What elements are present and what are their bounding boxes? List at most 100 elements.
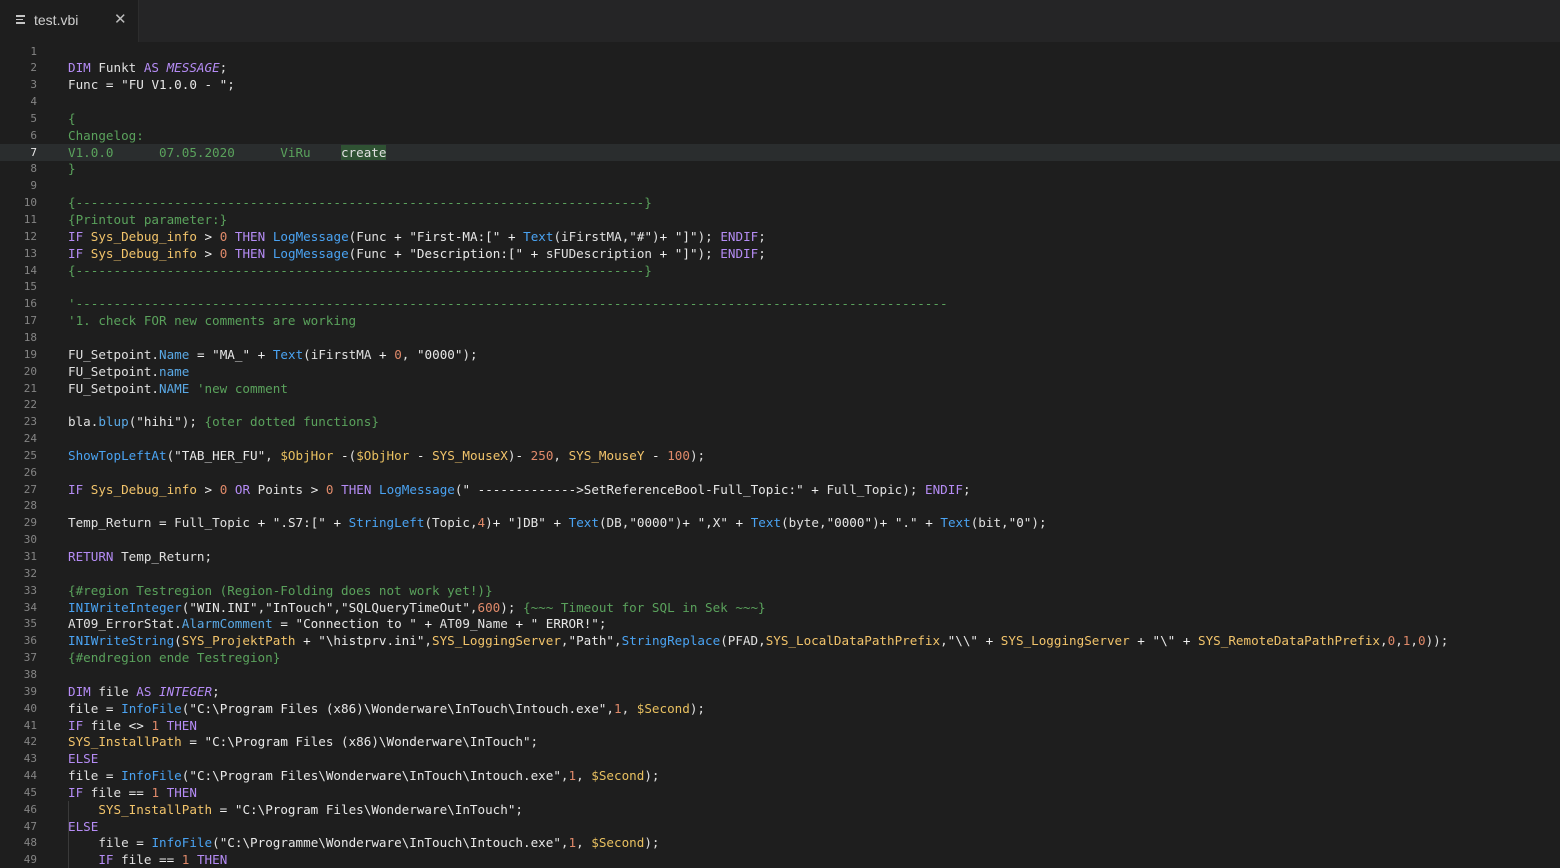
code-line[interactable]: 18 [0, 329, 1560, 346]
code-token: Sys_Debug_info [90, 245, 197, 261]
code-line[interactable]: 12 IF Sys_Debug_info > 0 THEN LogMessage(… [0, 228, 1560, 245]
code-line[interactable]: 17 '1. check FOR new comments are working [0, 312, 1560, 329]
code-token: bla. [68, 414, 99, 430]
code-line[interactable]: 25 ShowTopLeftAt("TAB_HER_FU", $ObjHor -(… [0, 447, 1560, 464]
code-line[interactable]: 39 DIM file AS INTEGER; [0, 683, 1560, 700]
code-token: Full_Topic [166, 515, 258, 531]
code-line[interactable]: 9 [0, 177, 1560, 194]
close-icon[interactable]: ✕ [114, 10, 127, 28]
code-token: ; [515, 801, 523, 817]
code-line[interactable]: 24 [0, 430, 1560, 447]
code-token: "Description:[" [409, 245, 524, 261]
code-token: , [560, 835, 569, 851]
code-token: Points [250, 481, 311, 497]
line-number: 8 [30, 162, 37, 176]
code-token: " ERROR!" [530, 616, 599, 632]
code-line[interactable]: 6 Changelog: [0, 127, 1560, 144]
code-token: "0000" [826, 515, 873, 531]
code-line[interactable]: 28 [0, 497, 1560, 514]
code-token: "C:\Programme\Wonderware\InTouch\Intouch… [219, 835, 561, 851]
code-token: + [553, 515, 562, 531]
code-line[interactable]: 29 Temp_Return = Full_Topic + ".S7:[" + S… [0, 514, 1560, 531]
code-line[interactable]: 23 bla.blup("hihi"); {oter dotted functio… [0, 413, 1560, 430]
line-number: 16 [23, 297, 37, 311]
code-line[interactable]: 13 IF Sys_Debug_info > 0 THEN LogMessage(… [0, 245, 1560, 262]
code-line[interactable]: 45 IF file == 1 THEN [0, 784, 1560, 801]
code-line[interactable]: 31 RETURN Temp_Return; [0, 548, 1560, 565]
code-token: = [105, 700, 114, 716]
code-token: + [379, 346, 387, 362]
code-text: AT09_ErrorStat.AlarmComment = "Connectio… [68, 615, 606, 632]
code-token: SYS_ProjektPath [181, 633, 296, 649]
code-line[interactable]: 32 [0, 565, 1560, 582]
code-line[interactable]: 2 DIM Funkt AS MESSAGE; [0, 59, 1560, 76]
code-token: + [303, 633, 311, 649]
code-line[interactable]: 20 FU_Setpoint.name [0, 363, 1560, 380]
indent-guide [68, 851, 69, 868]
code-token: 600 [477, 599, 501, 615]
code-line[interactable]: 14 {-------------------------------------… [0, 262, 1560, 279]
code-line[interactable]: 27 IF Sys_Debug_info > 0 OR Points > 0 TH… [0, 481, 1560, 498]
code-token: "0" [1008, 515, 1032, 531]
code-line[interactable]: 22 [0, 396, 1560, 413]
code-line[interactable]: 19 FU_Setpoint.Name = "MA_" + Text(iFirst… [0, 346, 1560, 363]
code-line[interactable]: 15 [0, 278, 1560, 295]
code-token: $Second [591, 835, 645, 851]
code-token: - [341, 447, 349, 463]
code-line[interactable]: 48 file = InfoFile("C:\Programme\Wonderw… [0, 834, 1560, 852]
code-line[interactable]: 36 INIWriteString(SYS_ProjektPath + "\his… [0, 632, 1560, 649]
code-text: {---------------------------------------… [68, 262, 652, 279]
code-line[interactable]: 44 file = InfoFile("C:\Program Files\Wond… [0, 767, 1560, 784]
code-line[interactable]: 40 file = InfoFile("C:\Program Files (x86… [0, 700, 1560, 717]
code-line[interactable]: 7 V1.0.0 07.05.2020 ViRu create [0, 143, 1560, 161]
code-line[interactable]: 21 FU_Setpoint.NAME 'new comment [0, 380, 1560, 397]
line-number: 14 [23, 263, 37, 277]
code-line[interactable]: 3 Func = "FU V1.0.0 - "; [0, 76, 1560, 93]
code-line[interactable]: 11 {Printout parameter:} [0, 211, 1560, 228]
code-token: = [159, 515, 167, 531]
code-token: , [333, 599, 342, 615]
code-text: IF file <> 1 THEN [68, 717, 197, 734]
code-token: (byte, [781, 515, 827, 531]
code-text: IF file == 1 THEN [68, 851, 227, 868]
code-line[interactable]: 26 [0, 464, 1560, 481]
code-line[interactable]: 4 [0, 93, 1560, 110]
code-token: Sys_Debug_info [90, 228, 197, 244]
code-line[interactable]: 33 {#region Testregion (Region-Folding do… [0, 582, 1560, 599]
code-token: ; [219, 60, 228, 76]
code-line[interactable]: 47 ELSE [0, 817, 1560, 835]
code-line[interactable]: 30 [0, 531, 1560, 548]
code-line[interactable]: 10 {-------------------------------------… [0, 194, 1560, 211]
code-token: "C:\Program Files\Wonderware\InTouch\Int… [189, 768, 561, 784]
code-token: create [340, 144, 387, 160]
code-token: } [68, 161, 76, 177]
code-token: , [560, 768, 569, 784]
code-line[interactable]: 49 IF file == 1 THEN [0, 851, 1560, 868]
code-line[interactable]: 37 {#endregion ende Testregion} [0, 649, 1560, 666]
code-token: ) [872, 515, 880, 531]
code-line[interactable]: 46 SYS_InstallPath = "C:\Program Files\W… [0, 800, 1560, 818]
code-line[interactable]: 5{ [0, 110, 1560, 127]
code-line[interactable]: 42 SYS_InstallPath = "C:\Program Files (x… [0, 733, 1560, 750]
code-line[interactable]: 35 AT09_ErrorStat.AlarmComment = "Connect… [0, 615, 1560, 632]
code-line[interactable]: 43 ELSE [0, 750, 1560, 767]
code-text: IF Sys_Debug_info > 0 OR Points > 0 THEN… [68, 481, 971, 498]
code-token: InfoFile [151, 835, 213, 851]
code-token: ) [652, 228, 660, 244]
code-line[interactable]: 38 [0, 666, 1560, 683]
code-token: "hihi" [136, 414, 182, 430]
code-line[interactable]: 41 IF file <> 1 THEN [0, 717, 1560, 734]
code-line[interactable]: 1 [0, 43, 1560, 60]
tab-test-vbi[interactable]: test.vbi ✕ [0, 0, 139, 42]
code-token: file [68, 768, 106, 784]
code-line[interactable]: 8} [0, 160, 1560, 177]
code-line[interactable]: 16 '-------------------------------------… [0, 295, 1560, 312]
code-editor[interactable]: 1 2 DIM Funkt AS MESSAGE; 3 Func = "FU V1.0.… [0, 42, 1560, 868]
code-line[interactable]: 34 INIWriteInteger("WIN.INI","InTouch","S… [0, 599, 1560, 616]
